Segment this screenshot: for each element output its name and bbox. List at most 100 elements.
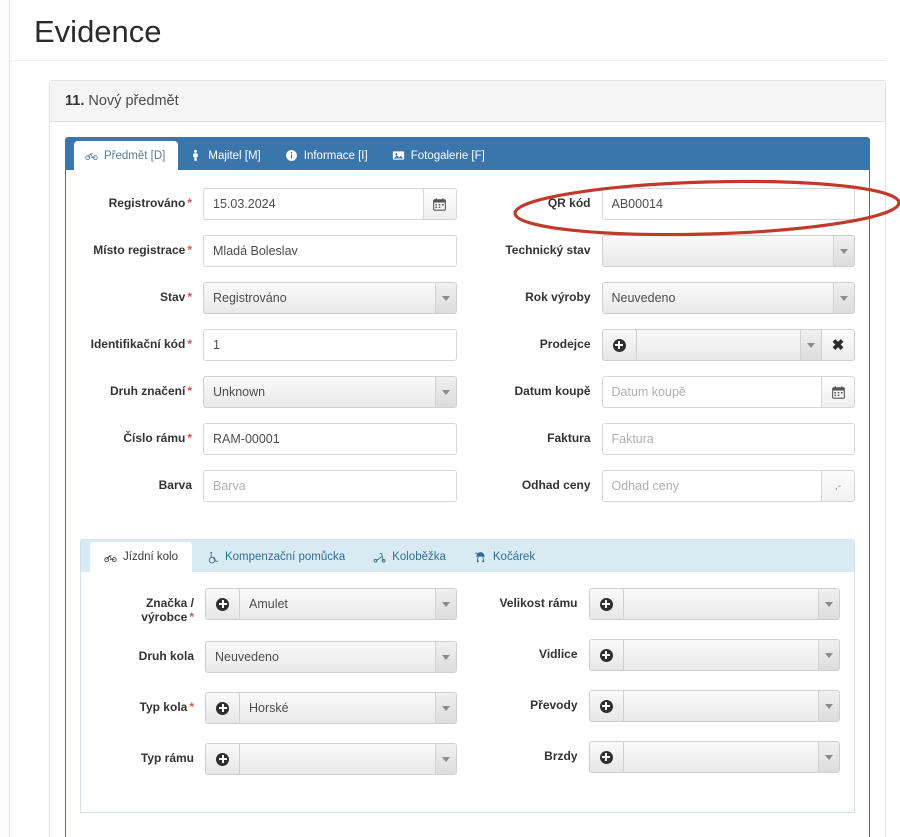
form-row: Datum koupě [479,376,855,410]
select-control[interactable] [622,639,840,671]
select-control[interactable] [635,329,821,361]
add-new-button[interactable] [601,329,636,361]
select-control[interactable] [601,235,855,267]
field-label-text: Druh kola [138,649,194,663]
select-control[interactable]: Neuvedeno [601,282,855,314]
select-control[interactable] [239,743,457,775]
combo-control[interactable] [588,588,840,620]
dropdown-caret-icon[interactable] [833,283,854,313]
text-input[interactable] [601,470,821,502]
field-label-text: Rok výroby [525,290,591,304]
field-label: Převody [479,690,589,712]
field-label: Vidlice [479,639,589,661]
add-new-button[interactable] [588,741,623,773]
text-input[interactable] [601,188,855,220]
dropdown-caret-icon[interactable] [434,693,456,723]
inner-tab-3[interactable]: Koloběžka [359,542,460,572]
dropdown-caret-icon[interactable] [818,640,839,670]
text-input[interactable] [203,423,457,455]
clear-button[interactable]: ✖ [821,329,855,361]
dropdown-caret-icon[interactable] [800,330,821,360]
text-input[interactable] [601,376,821,408]
add-new-button[interactable] [205,588,239,620]
inner-tab-bar: Jízdní kolo Kompenzační pomůcka Koloběžka K… [80,539,855,572]
add-new-button[interactable] [588,639,623,671]
dropdown-caret-icon[interactable] [434,744,456,774]
bicycle-icon [85,149,98,162]
text-input[interactable] [203,235,457,267]
calendar-icon[interactable] [821,376,855,408]
form-row: Typ rámu [95,743,457,777]
field-label-text: Barva [158,478,192,492]
dropdown-caret-icon[interactable] [818,742,839,772]
outer-tab-1[interactable]: Předmět [D] [74,141,179,170]
field-control [588,690,840,722]
dropdown-caret-icon[interactable] [434,642,456,672]
combo-control[interactable]: Amulet [205,588,457,620]
image-icon [392,149,405,162]
add-new-button[interactable] [205,743,239,775]
combo-control[interactable] [588,639,840,671]
field-control [205,743,457,775]
text-input[interactable] [203,329,457,361]
form-row: Brzdy [479,741,840,775]
add-new-button[interactable] [205,692,239,724]
required-marker: * [187,196,192,210]
dropdown-caret-icon[interactable] [818,589,839,619]
form-row: Rok výroby Neuvedeno [479,282,855,316]
select-control[interactable] [622,741,840,773]
dropdown-caret-icon[interactable] [434,377,456,407]
field-label-text: Stav [159,290,186,304]
select-control[interactable]: Registrováno [203,282,457,314]
select-control[interactable] [622,588,840,620]
plus-icon [216,701,229,715]
select-value: Amulet [249,597,288,611]
outer-tab-2[interactable]: Majitel [M] [178,141,273,170]
field-label: Prodejce [479,329,602,351]
select-value: Neuvedeno [215,650,279,664]
add-new-button[interactable] [588,588,623,620]
dropdown-caret-icon[interactable] [434,283,456,313]
outer-tab-4[interactable]: Fotogalerie [F] [381,141,498,170]
inner-form-grid: Značka / výrobce * Amulet Druh kola Neuved… [95,588,840,794]
person-icon [189,149,202,162]
field-label-text: Datum koupě [514,384,591,398]
select-control[interactable]: Neuvedeno [205,641,457,673]
form-row: Převody [479,690,840,724]
select-control[interactable]: Unknown [203,376,457,408]
text-input[interactable] [203,188,423,220]
select-control[interactable] [622,690,840,722]
panel-number: 11. [65,93,85,109]
text-input[interactable] [203,470,457,502]
select-control[interactable]: Amulet [239,588,457,620]
plus-icon [599,699,613,713]
combo-control[interactable] [205,743,457,775]
dropdown-caret-icon[interactable] [833,236,854,266]
inner-tab-4[interactable]: Kočárek [460,542,549,572]
field-control: ✖ [601,329,855,361]
combo-control[interactable]: ✖ [601,329,855,361]
inner-tab-1[interactable]: Jízdní kolo [90,542,192,572]
inner-column-right: Velikost rámu Vidlice Převody Brzdy [479,588,840,794]
inner-tab-2[interactable]: Kompenzační pomůcka [192,542,359,572]
select-control[interactable]: Horské [239,692,457,724]
field-control [601,235,855,267]
currency-icon[interactable]: ,- [821,470,855,502]
form-row: Registrováno * [80,188,457,222]
combo-control[interactable] [588,741,840,773]
outer-tab-3[interactable]: Informace [I] [274,141,381,170]
form-row: Místo registrace * [80,235,457,269]
text-input[interactable] [601,423,855,455]
add-new-button[interactable] [588,690,623,722]
calendar-icon[interactable] [422,188,457,220]
combo-control[interactable] [588,690,840,722]
dropdown-caret-icon[interactable] [818,691,839,721]
field-label-text: Vidlice [539,647,578,661]
field-label-text: Místo registrace [93,243,186,257]
field-control: Amulet [205,588,457,620]
required-marker: * [187,290,192,304]
dropdown-caret-icon[interactable] [434,589,456,619]
combo-control[interactable]: Horské [205,692,457,724]
field-label: Datum koupě [479,376,602,398]
outer-tab-bar: Předmět [D] Majitel [M] Informace [I] Fotog… [65,137,870,170]
